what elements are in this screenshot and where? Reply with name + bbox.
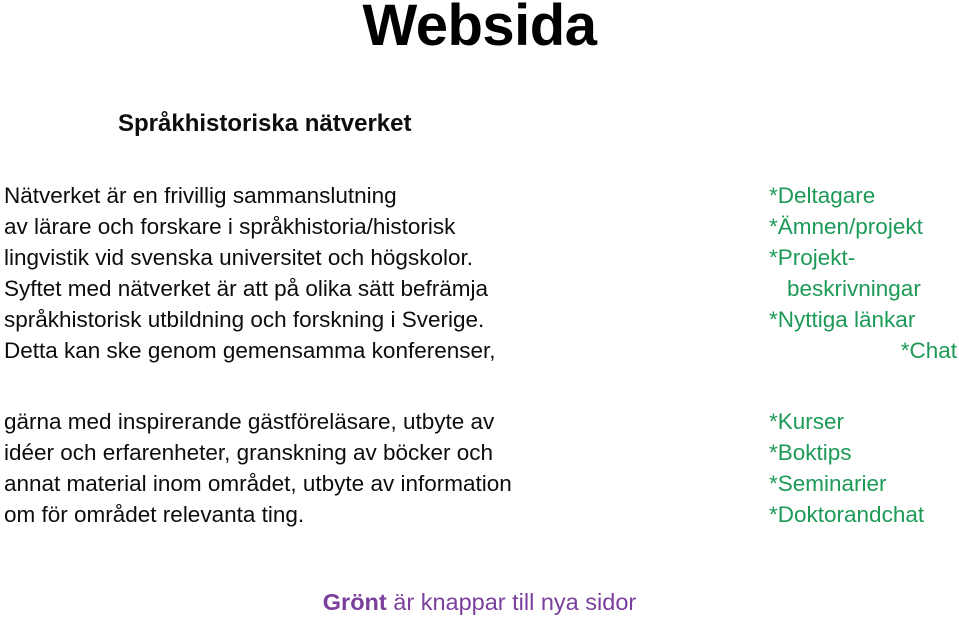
green-link-list-top: *Deltagare *Ämnen/projekt *Projekt- besk… [769, 180, 959, 366]
body-line: gärna med inspirerande gästföreläsare, u… [4, 409, 495, 434]
body-line: om för området relevanta ting. [4, 502, 305, 527]
page-title: Websida [362, 0, 597, 58]
green-link-kurser[interactable]: *Kurser [769, 406, 959, 437]
green-link-projektbeskrivningar-line1[interactable]: *Projekt- [769, 242, 959, 273]
body-line: annat material inom området, utbyte av i… [4, 471, 512, 496]
body-paragraph-1: Nätverket är en frivillig sammanslutning… [4, 180, 604, 366]
green-link-list-bottom: *Kurser *Boktips *Seminarier *Doktorandc… [769, 406, 959, 530]
green-link-chat[interactable]: *Chat [769, 335, 959, 366]
body-paragraph-2: gärna med inspirerande gästföreläsare, u… [4, 406, 604, 530]
footer-legend-rest: är knappar till nya sidor [386, 589, 637, 615]
body-line: idéer och erfarenheter, granskning av bö… [4, 440, 494, 465]
green-link-amnen-projekt[interactable]: *Ämnen/projekt [769, 211, 959, 242]
footer-legend-strong: Grönt [322, 589, 387, 615]
green-link-projektbeskrivningar-line2[interactable]: beskrivningar [769, 273, 959, 304]
green-link-deltagare[interactable]: *Deltagare [769, 180, 959, 211]
body-line: av lärare och forskare i språkhistoria/h… [4, 214, 456, 239]
body-line: Detta kan ske genom gemensamma konferens… [4, 338, 496, 363]
green-link-doktorandchat[interactable]: *Doktorandchat [769, 499, 959, 530]
green-link-seminarier[interactable]: *Seminarier [769, 468, 959, 499]
body-line: lingvistik vid svenska universitet och h… [4, 245, 473, 270]
body-line: Syftet med nätverket är att på olika sät… [4, 276, 488, 301]
footer-legend: Grönt är knappar till nya sidor [0, 588, 959, 617]
green-link-boktips[interactable]: *Boktips [769, 437, 959, 468]
body-line: Nätverket är en frivillig sammanslutning [4, 183, 397, 208]
body-line: språkhistorisk utbildning och forskning … [4, 307, 485, 332]
section-heading: Språkhistoriska nätverket [118, 110, 412, 137]
slide-canvas: Websida Språkhistoriska nätverket Nätver… [0, 0, 959, 624]
green-link-nyttiga-lankar[interactable]: *Nyttiga länkar [769, 304, 959, 335]
